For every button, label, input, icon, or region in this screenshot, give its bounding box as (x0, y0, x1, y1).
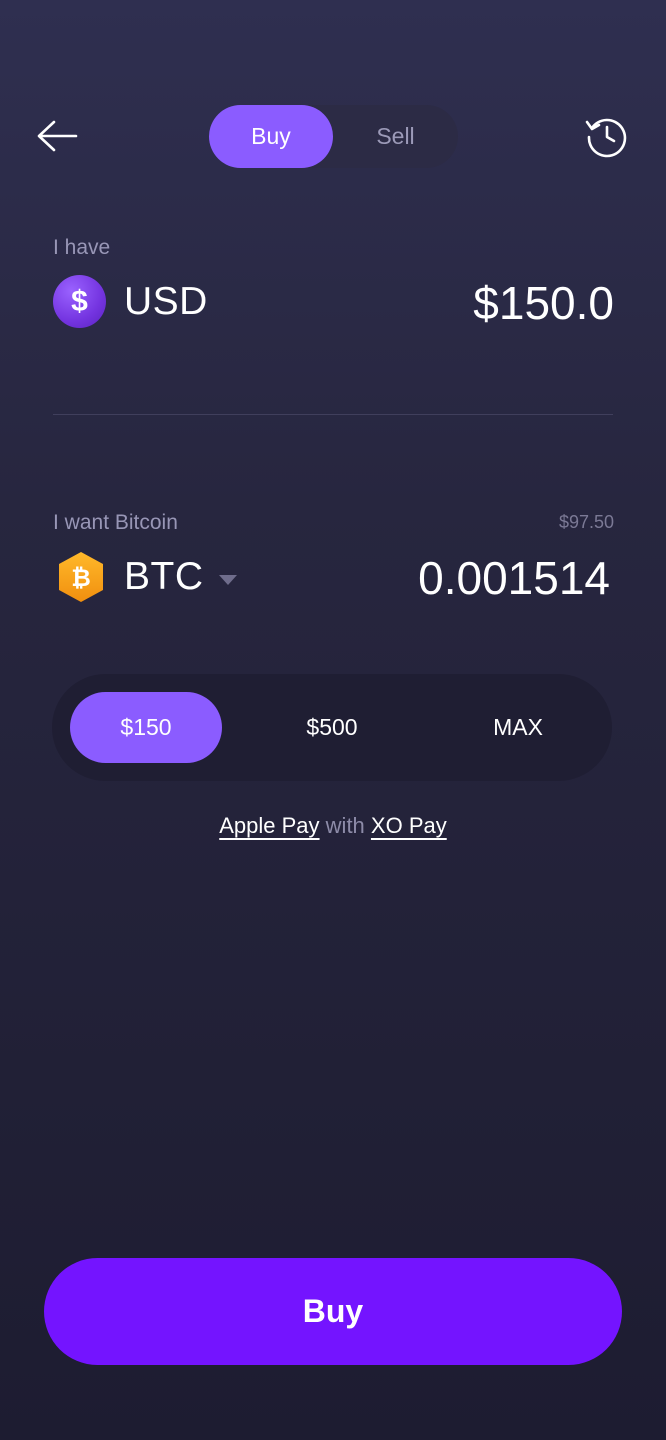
target-amount: 0.001514 (418, 552, 610, 604)
buy-button[interactable]: Buy (44, 1258, 622, 1365)
xo-pay-link[interactable]: XO Pay (371, 813, 447, 838)
dollar-glyph: $ (71, 284, 88, 318)
arrow-left-icon (37, 120, 78, 152)
bitcoin-glyph: ₿ (71, 564, 91, 592)
dollar-coin-icon: $ (53, 275, 106, 328)
quick-amount-150[interactable]: $150 (70, 692, 222, 763)
target-usd-value: $97.50 (558, 512, 614, 532)
source-amount[interactable]: $150.0 (473, 276, 614, 330)
tab-buy[interactable]: Buy (209, 105, 333, 168)
bitcoin-coin-icon: ₿ (55, 550, 107, 604)
payment-method-line: Apple Pay with XO Pay (0, 813, 666, 839)
buy-sell-toggle: Buy Sell (209, 105, 458, 168)
payment-connector: with (325, 813, 365, 838)
history-clock-icon (585, 118, 627, 158)
history-button[interactable] (584, 114, 630, 160)
quick-amount-500[interactable]: $500 (258, 692, 406, 763)
chevron-down-icon[interactable] (219, 572, 237, 585)
tab-sell[interactable]: Sell (333, 105, 458, 168)
apple-pay-link[interactable]: Apple Pay (219, 813, 319, 838)
have-label: I have (53, 236, 111, 259)
quick-amount-selector: $150 $500 MAX (52, 674, 612, 781)
quick-amount-max[interactable]: MAX (444, 692, 592, 763)
back-button[interactable] (34, 116, 80, 156)
source-currency-code: USD (124, 280, 208, 323)
target-currency-code: BTC (124, 555, 204, 598)
want-label: I want Bitcoin (53, 511, 178, 534)
divider (53, 414, 613, 415)
